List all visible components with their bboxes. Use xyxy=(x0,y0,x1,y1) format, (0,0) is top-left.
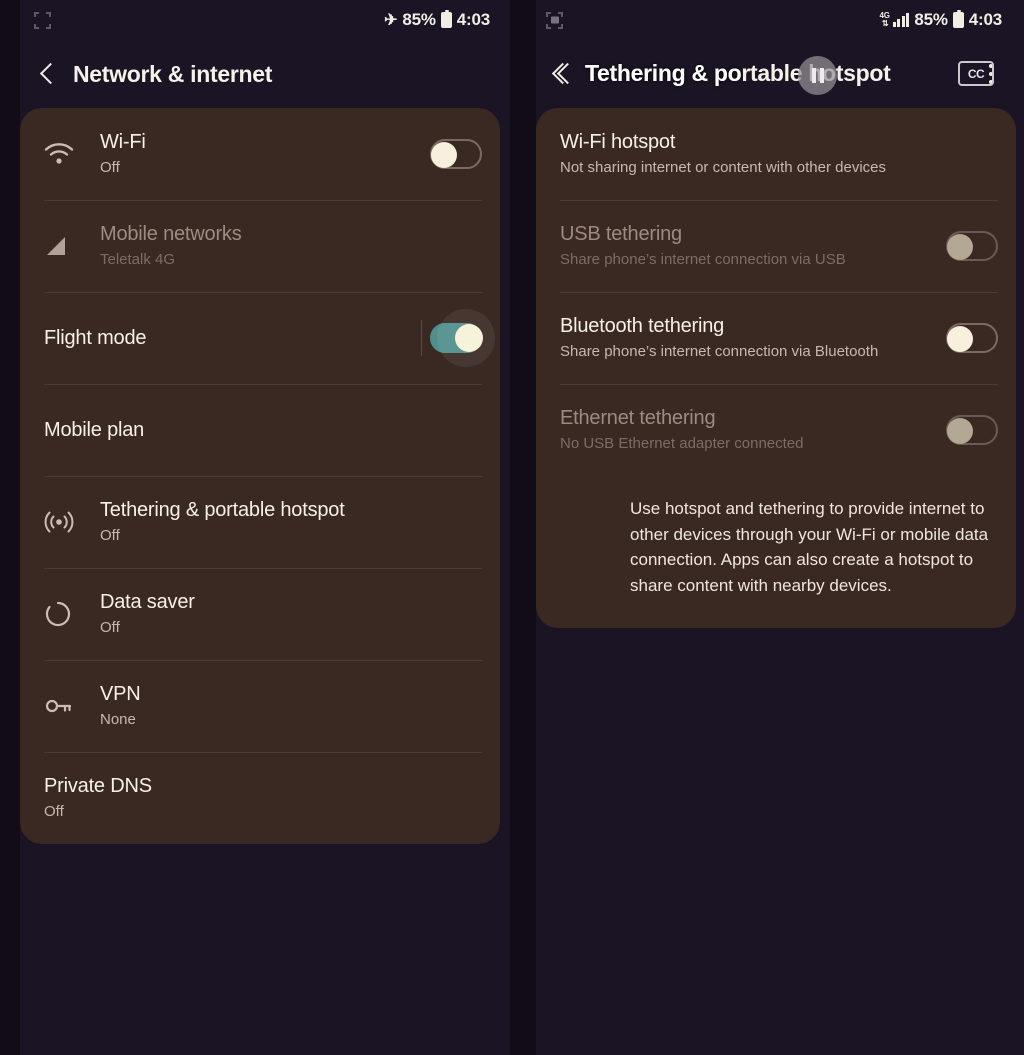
row-text: Bluetooth tethering Share phone’s intern… xyxy=(560,314,936,362)
row-title: Wi-Fi xyxy=(100,131,146,154)
row-title: Private DNS xyxy=(44,775,152,798)
dual-screenshot-container: ✈ 85% 4:03 Network & internet Wi-Fi Off … xyxy=(0,0,1024,1055)
screenshot-frame-icon xyxy=(34,11,51,29)
battery-icon xyxy=(952,10,964,28)
left-status-bar: ✈ 85% 4:03 xyxy=(0,0,512,40)
row-text: Wi-Fi hotspot Not sharing internet or co… xyxy=(560,130,998,178)
row-text: Data saver Off xyxy=(100,590,482,638)
row-title: USB tethering xyxy=(560,223,682,246)
clock-label: 4:03 xyxy=(968,10,1002,29)
row-private-dns[interactable]: Private DNS Off xyxy=(20,752,500,844)
row-vpn[interactable]: VPN None xyxy=(20,660,500,752)
ethernet-tethering-toggle[interactable] xyxy=(946,415,998,445)
closed-captions-icon[interactable]: CC xyxy=(958,61,994,86)
right-phone-screen: 4G ⇅ 85% 4:03 Tethering & portable hotsp… xyxy=(512,0,1024,1055)
wifi-icon xyxy=(44,142,100,166)
row-wifi-hotspot[interactable]: Wi-Fi hotspot Not sharing internet or co… xyxy=(536,108,1016,200)
row-tethering[interactable]: Tethering & portable hotspot Off xyxy=(20,476,500,568)
status-right-icons: ✈ 85% 4:03 xyxy=(384,10,490,30)
row-subtitle: No USB Ethernet adapter connected xyxy=(560,435,804,453)
pause-button-icon[interactable] xyxy=(798,56,837,95)
row-subtitle: Teletalk 4G xyxy=(100,251,176,269)
signal-bars-icon xyxy=(892,13,910,27)
row-title: Tethering & portable hotspot xyxy=(100,499,345,522)
row-subtitle: Off xyxy=(44,803,64,821)
row-text: VPN None xyxy=(100,682,482,730)
row-title: Flight mode xyxy=(44,326,147,349)
clock-label: 4:03 xyxy=(456,10,490,29)
row-data-saver[interactable]: Data saver Off xyxy=(20,568,500,660)
row-title: Data saver xyxy=(100,591,195,614)
right-status-bar: 4G ⇅ 85% 4:03 xyxy=(512,0,1024,40)
row-title: Wi-Fi hotspot xyxy=(560,131,676,154)
toggle-divider xyxy=(421,320,422,356)
row-subtitle: Share phone’s internet connection via US… xyxy=(560,251,846,269)
status-right-icons: 4G ⇅ 85% 4:03 xyxy=(880,10,1002,30)
row-subtitle: Off xyxy=(100,159,120,177)
right-screen-edge xyxy=(512,0,536,1055)
vpn-key-icon xyxy=(44,696,100,716)
mobile-data-icon: 4G ⇅ xyxy=(880,12,910,28)
row-bluetooth-tethering[interactable]: Bluetooth tethering Share phone’s intern… xyxy=(536,292,1016,384)
row-subtitle: Off xyxy=(100,619,120,637)
data-saver-icon xyxy=(44,600,100,628)
row-text: Tethering & portable hotspot Off xyxy=(100,498,482,546)
row-title: Ethernet tethering xyxy=(560,407,716,430)
row-subtitle: Not sharing internet or content with oth… xyxy=(560,159,887,177)
bluetooth-tethering-toggle[interactable] xyxy=(946,323,998,353)
wifi-toggle[interactable] xyxy=(430,139,482,169)
signal-triangle-icon xyxy=(44,234,100,258)
flight-mode-toggle[interactable] xyxy=(430,309,495,367)
tethering-description: Use hotspot and tethering to provide int… xyxy=(536,476,1016,628)
row-subtitle: Share phone’s internet connection via Bl… xyxy=(560,343,879,361)
row-text: Flight mode xyxy=(44,326,420,351)
row-mobile-networks[interactable]: Mobile networks Teletalk 4G xyxy=(20,200,500,292)
status-left-icons xyxy=(34,11,51,29)
right-app-bar: Tethering & portable hotspot Tethering &… xyxy=(512,40,1024,108)
row-subtitle: Off xyxy=(100,527,120,545)
status-left-icons xyxy=(546,11,563,29)
row-text: USB tethering Share phone’s internet con… xyxy=(560,222,936,270)
row-title: Mobile networks xyxy=(100,223,242,246)
battery-percent-label: 85% xyxy=(402,10,436,29)
data-arrows-icon: ⇅ xyxy=(881,19,889,28)
video-overlay-title: Tethering & po xyxy=(585,60,742,86)
row-title: Mobile plan xyxy=(44,418,145,441)
row-title: Bluetooth tethering xyxy=(560,315,725,338)
airplane-mode-icon: ✈ xyxy=(384,12,398,29)
row-text: Wi-Fi Off xyxy=(100,130,420,178)
row-flight-mode[interactable]: Flight mode xyxy=(20,292,500,384)
battery-icon xyxy=(440,10,452,28)
row-mobile-plan[interactable]: Mobile plan xyxy=(20,384,500,476)
row-ethernet-tethering[interactable]: Ethernet tethering No USB Ethernet adapt… xyxy=(536,384,1016,476)
row-text: Private DNS Off xyxy=(44,774,482,822)
row-subtitle: None xyxy=(100,711,136,729)
left-app-bar: Network & internet xyxy=(0,40,512,108)
row-text: Ethernet tethering No USB Ethernet adapt… xyxy=(560,406,936,454)
back-double-chevron-icon[interactable] xyxy=(546,59,576,89)
row-title: VPN xyxy=(100,683,141,706)
page-title: Network & internet xyxy=(73,60,273,87)
left-phone-screen: ✈ 85% 4:03 Network & internet Wi-Fi Off … xyxy=(0,0,512,1055)
row-text: Mobile plan xyxy=(44,418,482,443)
hotspot-icon xyxy=(44,507,100,537)
battery-percent-label: 85% xyxy=(914,10,948,29)
screen-record-icon xyxy=(546,11,563,29)
title-overlay-stack: Tethering & portable hotspot Tethering &… xyxy=(585,56,994,95)
network-settings-card: Wi-Fi Off Mobile networks Teletalk 4G Fl… xyxy=(20,108,500,844)
row-text: Mobile networks Teletalk 4G xyxy=(100,222,482,270)
left-screen-edge xyxy=(0,0,20,1055)
row-usb-tethering[interactable]: USB tethering Share phone’s internet con… xyxy=(536,200,1016,292)
description-text: Use hotspot and tethering to provide int… xyxy=(630,499,989,595)
usb-tethering-toggle[interactable] xyxy=(946,231,998,261)
back-chevron-icon[interactable] xyxy=(34,59,64,89)
tethering-settings-card: Wi-Fi hotspot Not sharing internet or co… xyxy=(536,108,1016,628)
row-wifi[interactable]: Wi-Fi Off xyxy=(20,108,500,200)
